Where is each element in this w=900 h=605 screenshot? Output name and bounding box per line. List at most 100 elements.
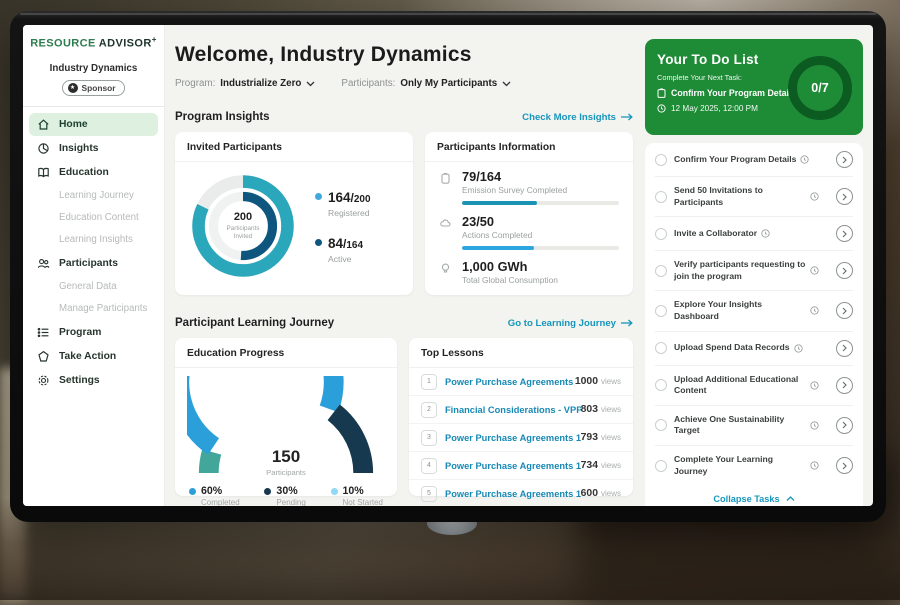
org-name: Industry Dynamics [23,63,164,74]
invited-total: 200 [234,211,252,223]
task-checkbox[interactable] [655,419,667,431]
stat-label: Actions Completed [462,230,619,240]
task-checkbox[interactable] [655,191,667,203]
views-unit: views [601,489,621,498]
sidebar-item-general-data[interactable]: General Data [29,276,158,298]
sidebar-item-manage-participants[interactable]: Manage Participants [29,298,158,320]
go-to-learning-journey-link[interactable]: Go to Learning Journey [508,318,633,329]
sidebar-item-home[interactable]: Home [29,113,158,136]
sponsor-badge: ★ Sponsor [62,80,126,96]
invited-participants-card: Invited Participants 200 Partic [175,132,413,295]
task-row[interactable]: Send 50 Invitations to Participants [655,177,853,217]
sidebar-item-participants[interactable]: Participants [29,252,158,275]
lesson-rank: 2 [421,402,437,418]
chevron-down-icon [306,81,315,87]
task-open-button[interactable] [836,377,853,394]
task-checkbox[interactable] [655,154,667,166]
task-checkbox[interactable] [655,228,667,240]
sidebar-item-learning-insights[interactable]: Learning Insights [29,229,158,251]
registered-dot [315,193,322,200]
stat-emission-survey: 79/164 Emission Survey Completed [439,169,619,205]
sidebar-item-education[interactable]: Education [29,161,158,184]
registered-num: 164 [328,190,351,205]
lesson-row[interactable]: 4 Power Purchase Agreements 102 734 view… [409,452,633,480]
invited-donut-chart: 200 Participants Invited [185,168,301,284]
task-open-button[interactable] [836,262,853,279]
collapse-tasks-link[interactable]: Collapse Tasks [655,485,853,506]
sidebar-item-take-action[interactable]: Take Action [29,345,158,368]
task-checkbox[interactable] [655,460,667,472]
chevron-up-icon [786,496,795,502]
task-row[interactable]: Verify participants requesting to join t… [655,251,853,291]
task-checkbox[interactable] [655,379,667,391]
lesson-row[interactable]: 5 Power Purchase Agreements 103 600 view… [409,480,633,506]
sidebar-item-education-content[interactable]: Education Content [29,207,158,229]
lesson-title-link[interactable]: Power Purchase Agreements 101 [445,433,581,443]
lesson-title-link[interactable]: Power Purchase Agreements 103 [445,489,581,499]
program-filter[interactable]: Program: Industrialize Zero [175,78,315,89]
task-open-button[interactable] [836,340,853,357]
todo-task-list: Confirm Your Program Details Send 50 Inv… [645,143,863,506]
task-open-button[interactable] [836,188,853,205]
sidebar-item-label: Insights [59,143,98,154]
gauge-participants-label: Participants [187,468,385,477]
program-filter-value: Industrialize Zero [220,78,301,89]
lesson-rank: 5 [421,486,437,502]
card-title: Invited Participants [175,132,413,162]
legend-completed: 60%Completed [189,485,240,506]
todo-summary-card: Your To Do List Complete Your Next Task:… [645,39,863,135]
invited-legend: 164200 Registered 84164 Active [315,189,371,264]
check-more-insights-link[interactable]: Check More Insights [522,112,633,123]
lesson-row[interactable]: 3 Power Purchase Agreements 101 793 view… [409,424,633,452]
registered-den: 200 [351,194,371,205]
sidebar-item-program[interactable]: Program [29,321,158,344]
progress-track [462,246,619,250]
task-open-button[interactable] [836,417,853,434]
participants-filter[interactable]: Participants: Only My Participants [341,78,511,89]
task-row[interactable]: Achieve One Sustainability Target [655,406,853,446]
lesson-row[interactable]: 1 Power Purchase Agreements 101 1000 vie… [409,368,633,396]
task-open-button[interactable] [836,225,853,242]
invited-body: 200 Participants Invited 164200 Register… [175,162,413,290]
task-checkbox[interactable] [655,342,667,354]
card-title: Education Progress [175,338,397,368]
task-row[interactable]: Upload Spend Data Records [655,332,853,366]
sidebar-item-insights[interactable]: Insights [29,137,158,160]
active-label: Active [328,254,363,264]
todo-next-task: Confirm Your Program Details [657,88,797,98]
brand-logo: RESOURCE ADVISOR+ [23,35,164,50]
task-row[interactable]: Explore Your Insights Dashboard [655,291,853,331]
sidebar-item-learning-journey[interactable]: Learning Journey [29,185,158,207]
task-checkbox[interactable] [655,265,667,277]
sidebar-item-settings[interactable]: Settings [29,369,158,392]
task-row[interactable]: Complete Your Learning Journey [655,446,853,485]
participants-filter-value: Only My Participants [400,78,497,89]
task-row[interactable]: Confirm Your Program Details [655,143,853,177]
task-info-icon [761,229,770,238]
education-gauge-chart: 150 Participants [187,376,385,477]
active-den: 164 [343,240,363,251]
task-checkbox[interactable] [655,305,667,317]
task-row[interactable]: Invite a Collaborator [655,217,853,251]
card-title: Top Lessons [409,338,633,368]
participants-icon [37,257,50,270]
gauge-center-label: 150 Participants [187,447,385,477]
task-open-button[interactable] [836,151,853,168]
lesson-title-link[interactable]: Power Purchase Agreements 102 [445,461,581,471]
stat-value: 23/50 [462,214,619,229]
task-open-button[interactable] [836,302,853,319]
task-row[interactable]: Upload Additional Educational Content [655,366,853,406]
education-icon [37,166,50,179]
sidebar-item-label: Take Action [59,351,116,362]
lesson-views: 734 [581,460,598,471]
lesson-row[interactable]: 2 Financial Considerations - VPPAs 803 v… [409,396,633,424]
lesson-views: 793 [581,432,598,443]
lesson-rank: 3 [421,430,437,446]
lesson-title-link[interactable]: Financial Considerations - VPPAs [445,405,581,415]
sidebar-nav: Home Insights Education Learning Journey… [23,113,164,392]
task-open-button[interactable] [836,457,853,474]
progress-track [462,201,619,205]
lesson-title-link[interactable]: Power Purchase Agreements 101 [445,377,575,387]
pending-dot [264,488,271,495]
legend-not-started: 10%Not Started [331,485,383,506]
